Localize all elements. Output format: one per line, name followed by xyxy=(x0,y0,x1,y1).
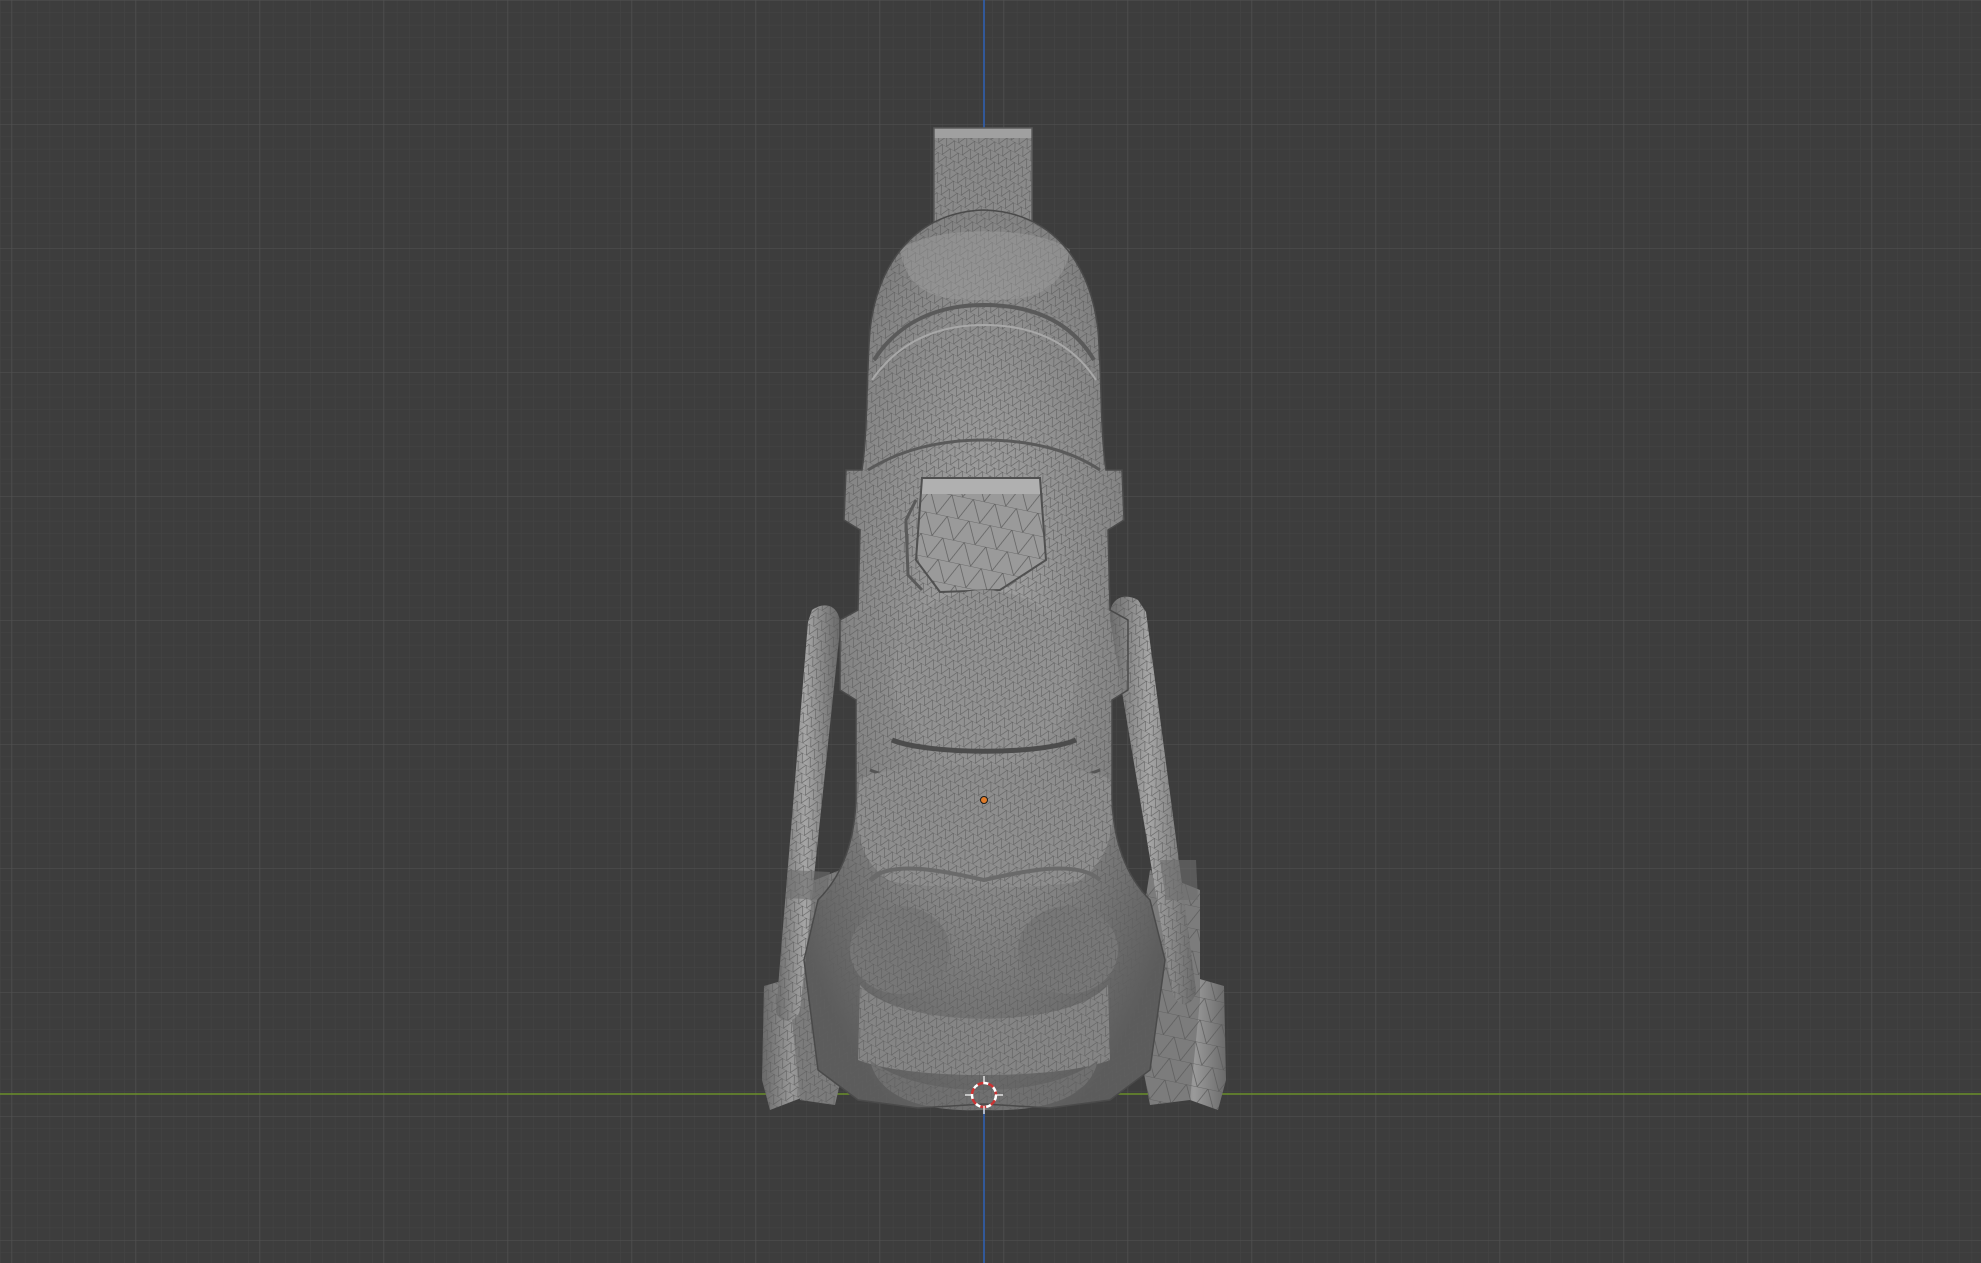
3d-viewport[interactable] xyxy=(0,0,1981,1263)
object-origin-marker[interactable] xyxy=(980,796,988,804)
viewport-canvas[interactable] xyxy=(0,0,1981,1263)
